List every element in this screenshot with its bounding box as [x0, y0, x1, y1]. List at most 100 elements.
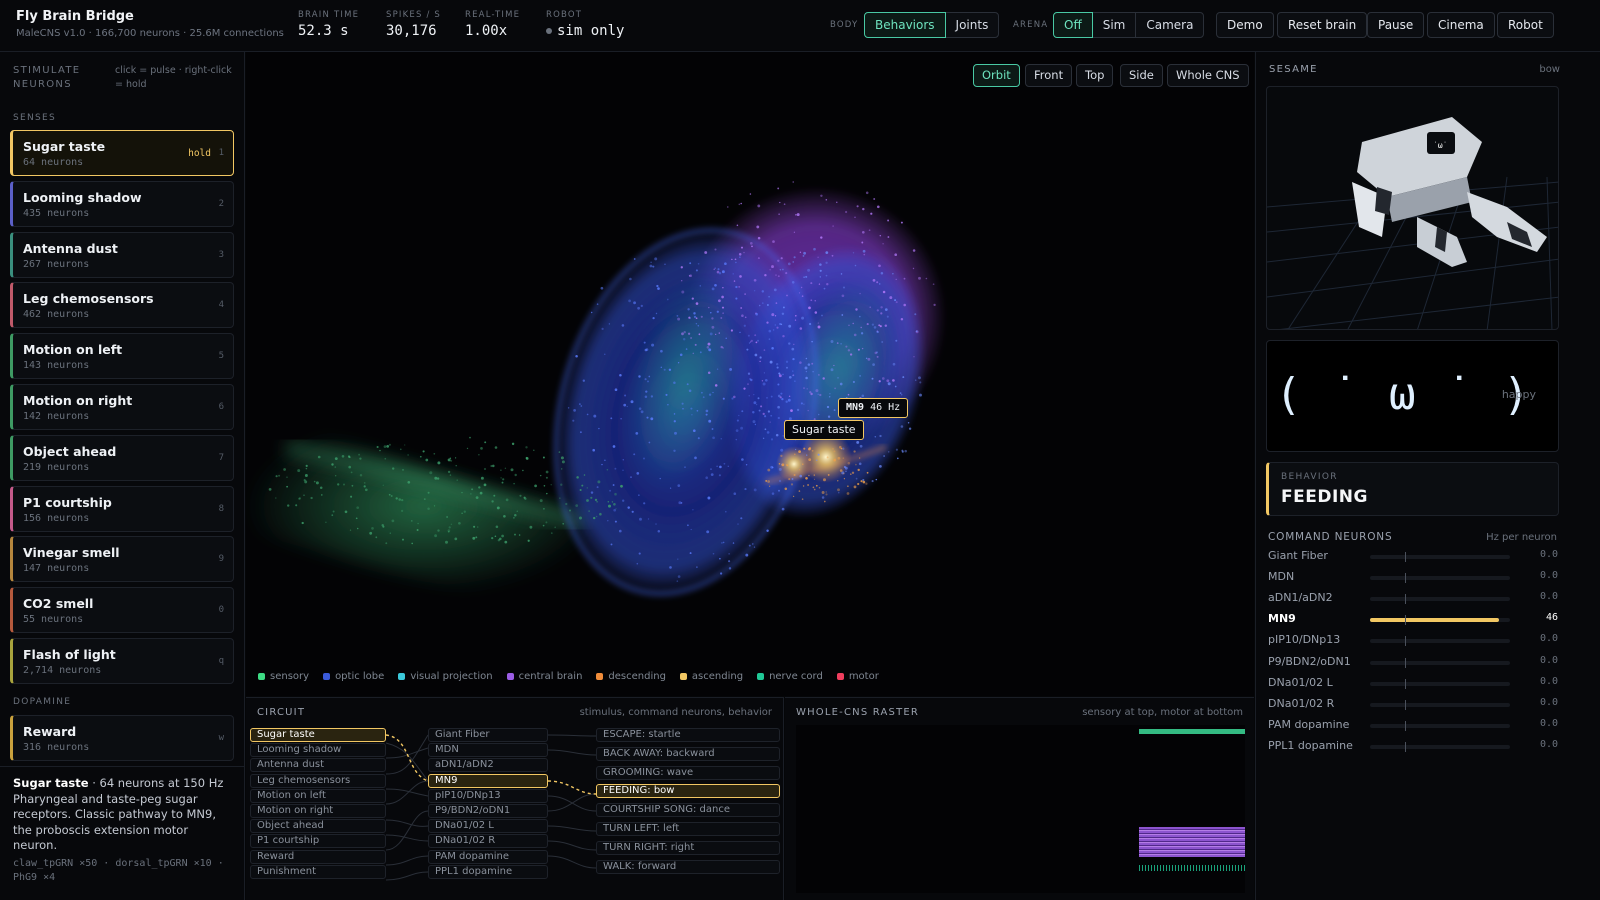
circuit-node[interactable]: Looming shadow	[250, 743, 386, 758]
circuit-node[interactable]: Sugar taste	[250, 728, 386, 742]
neuron-speck	[876, 281, 879, 284]
cinema-button[interactable]: Cinema	[1427, 12, 1495, 38]
command-name: PPL1 dopamine	[1268, 738, 1353, 752]
sense-card-co2-smell[interactable]: CO2 smell 55 neurons 0	[10, 587, 234, 634]
circuit-node[interactable]: TURN RIGHT: right	[596, 840, 780, 855]
neuron-speck	[343, 483, 345, 486]
arena-sim-button[interactable]: Sim	[1091, 12, 1137, 38]
circuit-node[interactable]: Motion on left	[250, 788, 386, 803]
neuron-speck	[845, 470, 847, 473]
neuron-speck	[861, 230, 865, 234]
neuron-speck	[512, 516, 515, 519]
neuron-speck	[847, 393, 850, 396]
reset-brain-button[interactable]: Reset brain	[1277, 12, 1368, 38]
sense-card-motion-on-left[interactable]: Motion on left 143 neurons 5	[10, 333, 234, 380]
view-side-button[interactable]: Side	[1120, 64, 1163, 87]
sense-card-object-ahead[interactable]: Object ahead 219 neurons 7	[10, 434, 234, 481]
command-threshold-tick	[1405, 636, 1406, 647]
neuron-speck	[558, 451, 561, 453]
sense-card-antenna-dust[interactable]: Antenna dust 267 neurons 3	[10, 231, 234, 278]
neuron-speck	[608, 504, 611, 508]
robot-3d-view[interactable]: ˙ω˙	[1266, 86, 1559, 330]
neuron-speck	[804, 366, 808, 370]
neuron-speck	[777, 187, 780, 190]
view-top-button[interactable]: Top	[1076, 64, 1114, 87]
view-orbit-button[interactable]: Orbit	[973, 64, 1020, 87]
neuron-speck	[766, 431, 770, 434]
sense-card-motion-on-right[interactable]: Motion on right 142 neurons 6	[10, 384, 234, 430]
circuit-node[interactable]: ESCAPE: startle	[596, 728, 780, 742]
stat-value: sim only	[557, 23, 625, 39]
circuit-node[interactable]: P9/BDN2/oDN1	[428, 804, 548, 818]
circuit-node[interactable]: DNa01/02 L	[428, 819, 548, 834]
neuron-speck	[865, 482, 868, 485]
sense-card-p1-courtship[interactable]: P1 courtship 156 neurons 8	[10, 485, 234, 532]
circuit-node[interactable]: aDN1/aDN2	[428, 758, 548, 773]
robot-button[interactable]: Robot	[1497, 12, 1554, 38]
demo-button[interactable]: Demo	[1216, 12, 1274, 38]
neuron-speck	[764, 273, 767, 277]
neuron-speck	[301, 521, 304, 525]
circuit-node[interactable]: Punishment	[250, 864, 386, 879]
neuron-speck	[861, 394, 865, 398]
neuron-speck	[721, 270, 725, 274]
sense-card-looming-shadow[interactable]: Looming shadow 435 neurons 2	[10, 180, 234, 227]
neuron-speck	[825, 493, 828, 496]
circuit-node[interactable]: Motion on right	[250, 804, 386, 818]
circuit-node[interactable]: Leg chemosensors	[250, 773, 386, 788]
neuron-speck	[818, 283, 821, 285]
arena-camera-button[interactable]: Camera	[1135, 12, 1205, 38]
circuit-node[interactable]: DNa01/02 R	[428, 834, 548, 849]
neuron-speck	[652, 265, 655, 268]
command-row: Giant Fiber 0.0	[1268, 549, 1558, 565]
body-joints-button[interactable]: Joints	[944, 12, 1000, 38]
dopamine-card-reward[interactable]: Reward 316 neurons w	[10, 715, 234, 761]
circuit-node[interactable]: PPL1 dopamine	[428, 864, 548, 879]
circuit-node[interactable]: FEEDING: bow	[596, 784, 780, 799]
circuit-node[interactable]: GROOMING: wave	[596, 765, 780, 780]
neuron-speck	[801, 295, 804, 297]
neuron-speck	[813, 247, 816, 251]
neuron-speck	[825, 274, 828, 277]
command-rate-bar	[1370, 699, 1510, 710]
neuron-speck	[650, 395, 654, 398]
stat-value-wrap: sim only	[546, 23, 624, 39]
circuit-node[interactable]: Antenna dust	[250, 758, 386, 773]
neuron-speck	[685, 348, 688, 350]
brain-viewer[interactable]: Orbit Front Top Side Whole CNS MN9 46 Hz…	[246, 52, 1254, 696]
circuit-node[interactable]: Reward	[250, 849, 386, 864]
sense-card-leg-chemosensors[interactable]: Leg chemosensors 462 neurons 4	[10, 282, 234, 329]
neuron-speck	[358, 453, 360, 456]
circuit-node[interactable]: MN9	[428, 773, 548, 788]
circuit-node[interactable]: pIP10/DNp13	[428, 788, 548, 803]
neuron-speck	[565, 502, 568, 506]
neuron-speck	[833, 458, 837, 461]
circuit-node[interactable]: Object ahead	[250, 819, 386, 834]
neuron-speck	[275, 475, 278, 478]
circuit-node[interactable]: Giant Fiber	[428, 728, 548, 742]
neuron-speck	[319, 486, 323, 489]
neuron-speck	[769, 360, 773, 364]
neuron-speck	[752, 411, 755, 414]
sense-card-flash-of-light[interactable]: Flash of light 2,714 neurons q	[10, 638, 234, 684]
view-front-button[interactable]: Front	[1025, 64, 1073, 87]
view-whole-cns-button[interactable]: Whole CNS	[1167, 64, 1249, 87]
circuit-node[interactable]: WALK: forward	[596, 859, 780, 874]
neuron-speck	[793, 256, 796, 259]
brain-render[interactable]	[246, 52, 1254, 696]
sense-hotkey: 3	[218, 249, 224, 260]
robot-title: SESAME	[1269, 64, 1318, 75]
legend-item: ascending	[679, 671, 743, 682]
circuit-node[interactable]: COURTSHIP SONG: dance	[596, 803, 780, 818]
neuron-speck	[901, 449, 904, 452]
circuit-node[interactable]: TURN LEFT: left	[596, 822, 780, 836]
circuit-node[interactable]: P1 courtship	[250, 834, 386, 849]
pause-button[interactable]: Pause	[1367, 12, 1425, 38]
arena-off-button[interactable]: Off	[1053, 12, 1093, 38]
body-behaviors-button[interactable]: Behaviors	[864, 12, 946, 38]
circuit-node[interactable]: PAM dopamine	[428, 849, 548, 864]
circuit-node[interactable]: BACK AWAY: backward	[596, 746, 780, 761]
sense-card-sugar-taste[interactable]: Sugar taste 64 neurons hold 1	[10, 130, 234, 176]
sense-card-vinegar-smell[interactable]: Vinegar smell 147 neurons 9	[10, 536, 234, 583]
circuit-node[interactable]: MDN	[428, 743, 548, 758]
